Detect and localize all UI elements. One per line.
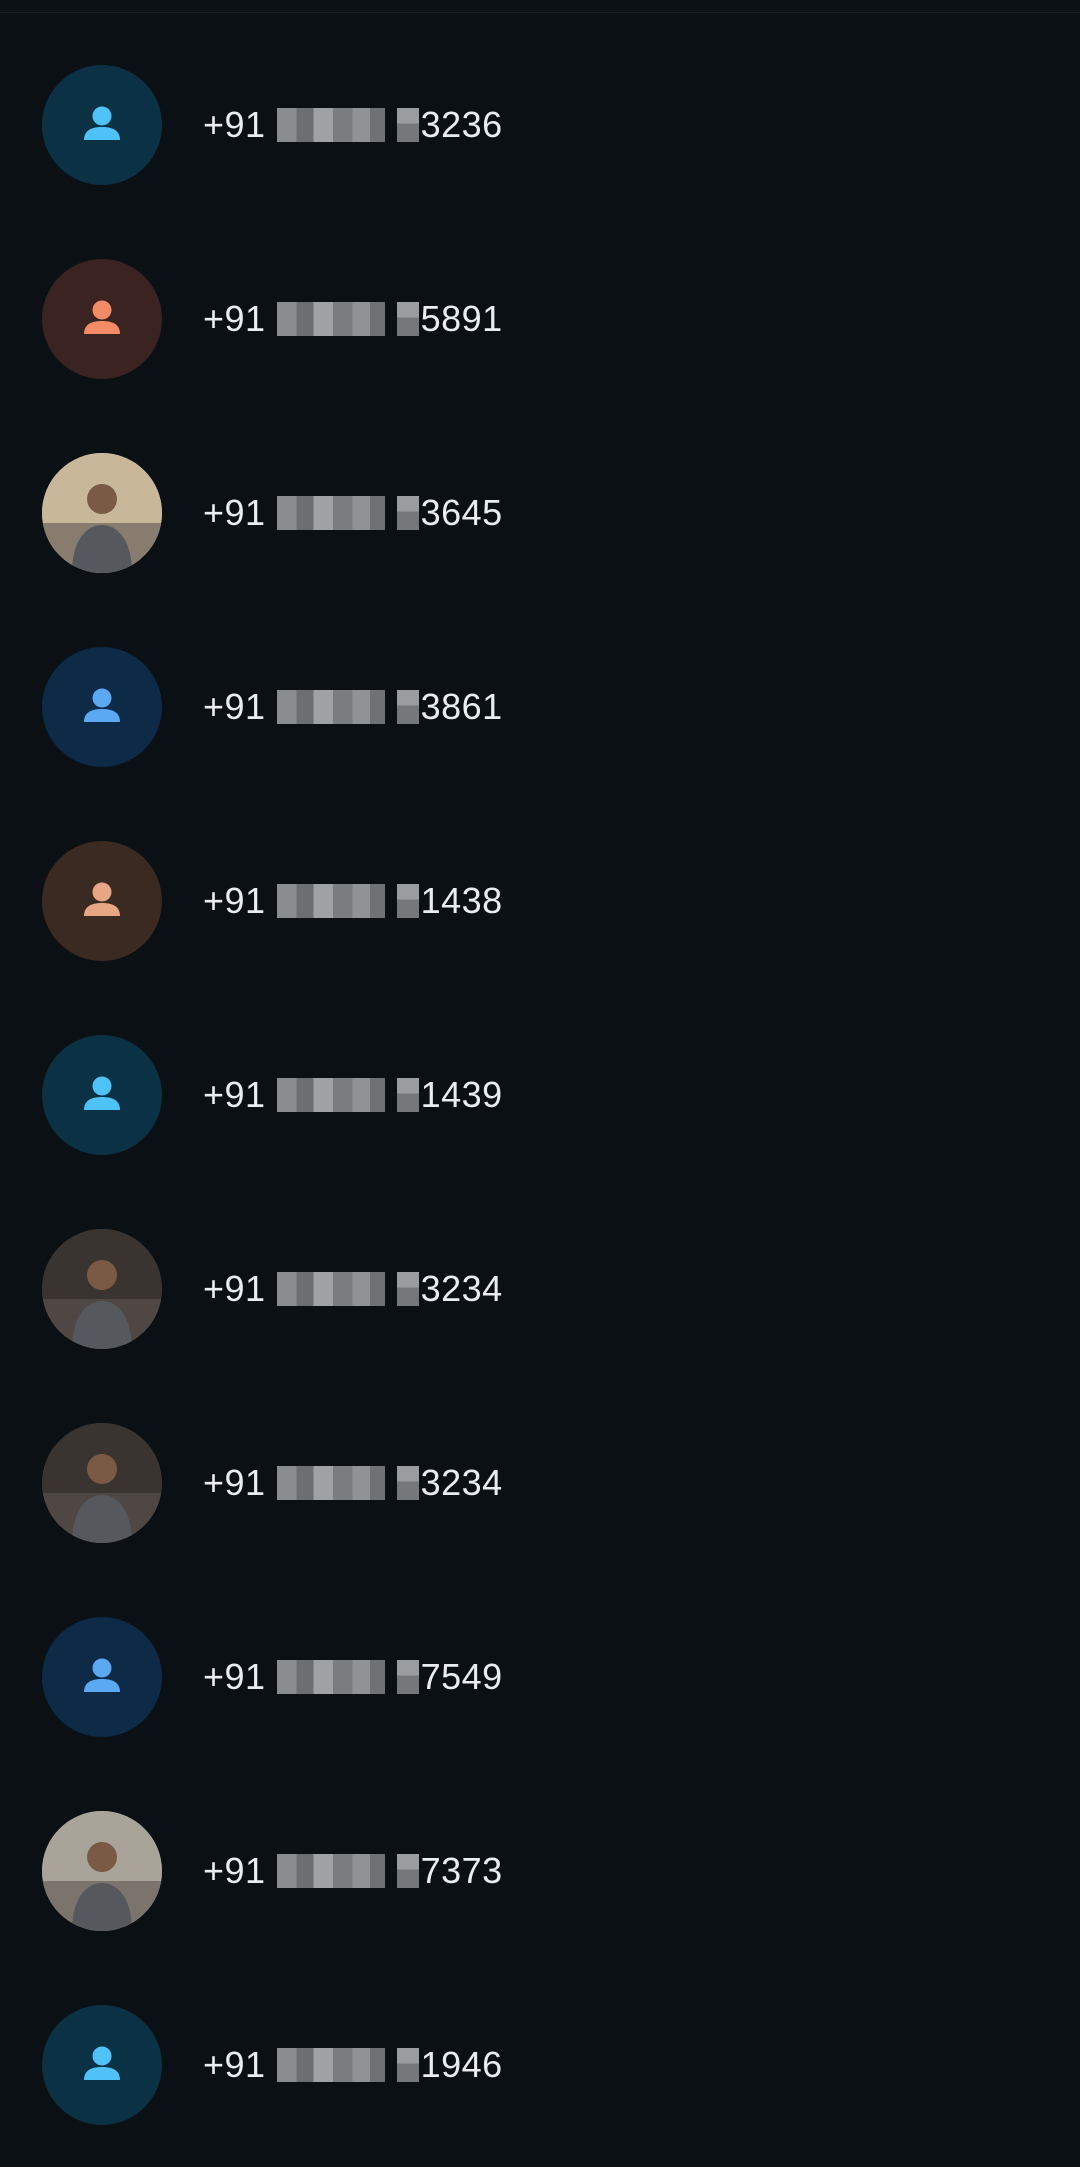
profile-photo bbox=[42, 453, 162, 573]
profile-photo bbox=[42, 1811, 162, 1931]
avatar[interactable] bbox=[42, 453, 162, 573]
person-icon bbox=[84, 300, 120, 334]
redacted-digits bbox=[276, 302, 419, 336]
phone-number: +91 1946 bbox=[203, 2044, 503, 2085]
phone-number: +91 1438 bbox=[203, 880, 503, 921]
redacted-digits bbox=[276, 690, 419, 724]
person-icon bbox=[84, 882, 120, 916]
profile-photo bbox=[42, 1423, 162, 1543]
top-divider bbox=[0, 12, 1080, 13]
contact-row[interactable]: +91 3234 bbox=[0, 1391, 1080, 1585]
avatar[interactable] bbox=[42, 841, 162, 961]
redacted-digits bbox=[276, 1660, 419, 1694]
phone-number: +91 3234 bbox=[203, 1462, 503, 1503]
redacted-digits bbox=[276, 1272, 419, 1306]
redacted-digits bbox=[276, 496, 419, 530]
phone-number: +91 3645 bbox=[203, 492, 503, 533]
redacted-digits bbox=[276, 884, 419, 918]
phone-number: +91 3234 bbox=[203, 1268, 503, 1309]
redacted-digits bbox=[276, 2048, 419, 2082]
contact-row[interactable]: +91 3645 bbox=[0, 421, 1080, 615]
contact-row[interactable]: +91 7373 bbox=[0, 1779, 1080, 1973]
avatar[interactable] bbox=[42, 65, 162, 185]
contact-row[interactable]: +91 3236 bbox=[0, 33, 1080, 227]
contact-row[interactable]: +91 7549 bbox=[0, 1585, 1080, 1779]
phone-number: +91 1439 bbox=[203, 1074, 503, 1115]
contact-row[interactable]: +91 3861 bbox=[0, 615, 1080, 809]
avatar[interactable] bbox=[42, 1229, 162, 1349]
contact-list: +91 3236 +91 5891 +91 3645 +91 3861 +91 bbox=[0, 33, 1080, 2167]
phone-number: +91 7549 bbox=[203, 1656, 503, 1697]
avatar[interactable] bbox=[42, 1423, 162, 1543]
redacted-digits bbox=[276, 1078, 419, 1112]
contact-row[interactable]: +91 3234 bbox=[0, 1197, 1080, 1391]
person-icon bbox=[84, 106, 120, 140]
person-icon bbox=[84, 688, 120, 722]
person-icon bbox=[84, 2046, 120, 2080]
phone-number: +91 5891 bbox=[203, 298, 503, 339]
phone-number: +91 7373 bbox=[203, 1850, 503, 1891]
redacted-digits bbox=[276, 108, 419, 142]
person-icon bbox=[84, 1076, 120, 1110]
redacted-digits bbox=[276, 1466, 419, 1500]
phone-number: +91 3236 bbox=[203, 104, 503, 145]
avatar[interactable] bbox=[42, 2005, 162, 2125]
redacted-digits bbox=[276, 1854, 419, 1888]
contact-row[interactable]: +91 1946 bbox=[0, 1973, 1080, 2167]
avatar[interactable] bbox=[42, 647, 162, 767]
phone-number: +91 3861 bbox=[203, 686, 503, 727]
avatar[interactable] bbox=[42, 1035, 162, 1155]
contact-row[interactable]: +91 1439 bbox=[0, 1003, 1080, 1197]
avatar[interactable] bbox=[42, 259, 162, 379]
avatar[interactable] bbox=[42, 1811, 162, 1931]
person-icon bbox=[84, 1658, 120, 1692]
contact-row[interactable]: +91 1438 bbox=[0, 809, 1080, 1003]
profile-photo bbox=[42, 1229, 162, 1349]
contact-row[interactable]: +91 5891 bbox=[0, 227, 1080, 421]
avatar[interactable] bbox=[42, 1617, 162, 1737]
